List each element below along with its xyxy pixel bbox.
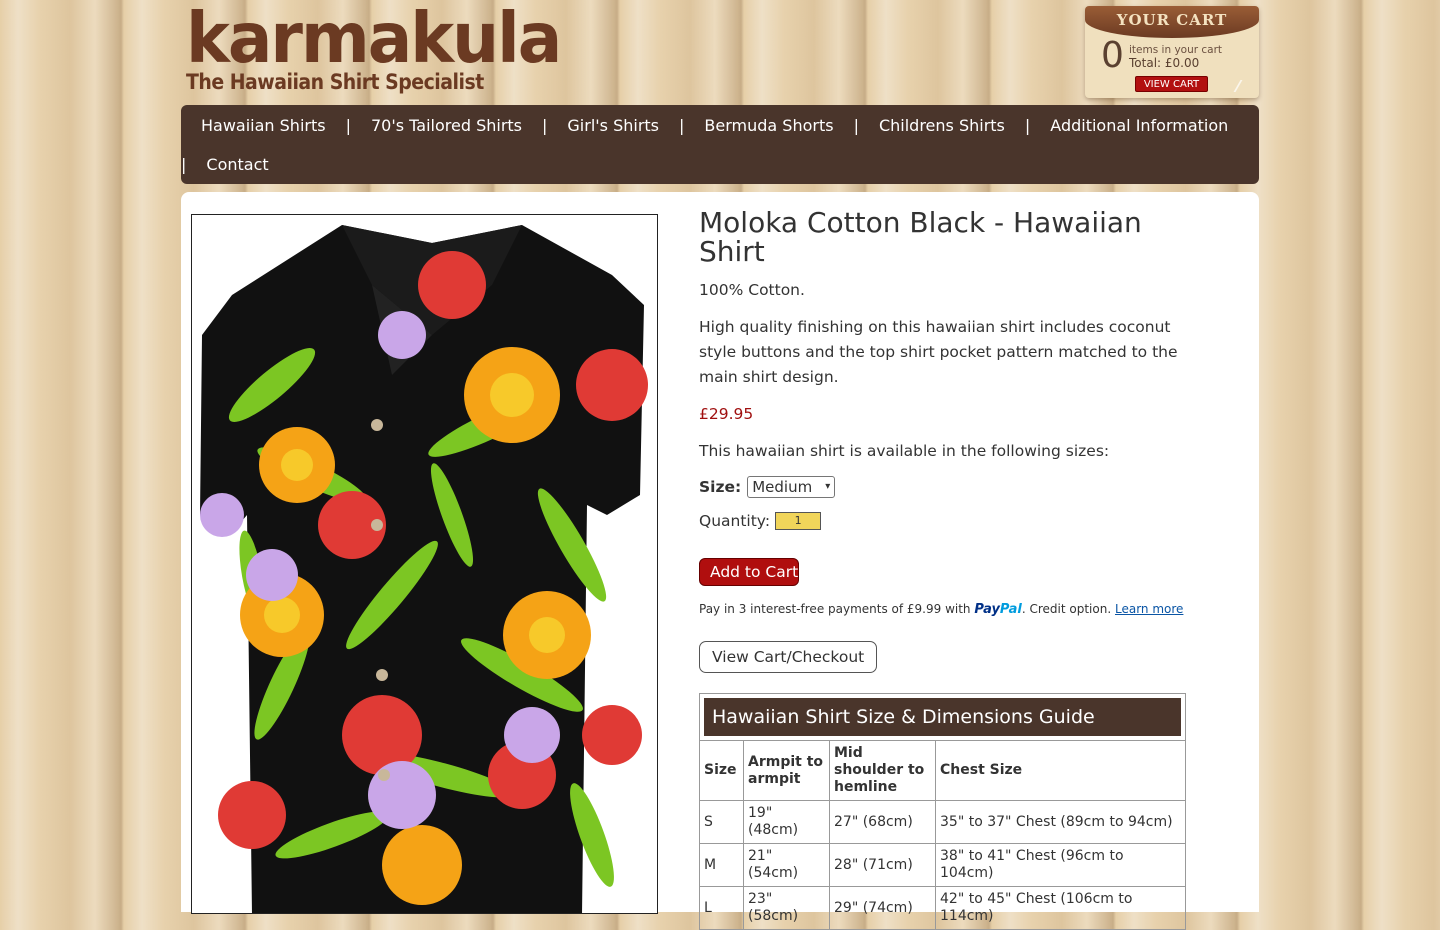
- quantity-input[interactable]: 1: [775, 512, 822, 530]
- table-cell: 38" to 41" Chest (96cm to 104cm): [935, 843, 1186, 887]
- table-header: Mid shoulder to hemline: [829, 740, 936, 801]
- table-cell: 28" (71cm): [829, 843, 936, 887]
- product-panel: Moloka Cotton Black - Hawaiian Shirt 100…: [181, 192, 1259, 930]
- nav-item-70s-tailored-shirts[interactable]: 70's Tailored Shirts: [351, 116, 542, 135]
- table-cell: S: [699, 800, 744, 844]
- product-info: Moloka Cotton Black - Hawaiian Shirt 100…: [699, 208, 1189, 930]
- product-description: High quality finishing on this hawaiian …: [699, 318, 1178, 386]
- product-material: 100% Cotton.: [699, 281, 805, 299]
- table-header: Armpit to armpit: [743, 740, 830, 801]
- paypal-logo-icon: PayPal: [974, 602, 1022, 617]
- product-title: Moloka Cotton Black - Hawaiian Shirt: [699, 206, 1142, 268]
- nav-item-bermuda-shorts[interactable]: Bermuda Shorts: [684, 116, 853, 135]
- size-select[interactable]: Medium ▾: [747, 476, 836, 498]
- nav-item-contact[interactable]: Contact: [186, 155, 288, 174]
- table-cell: 35" to 37" Chest (89cm to 94cm): [935, 800, 1186, 844]
- cart-widget: YOUR CART 0 items in your cart Total: £0…: [1085, 6, 1259, 98]
- quantity-row: Quantity: 1: [699, 512, 1189, 530]
- size-guide-table: Hawaiian Shirt Size & Dimensions Guide S…: [699, 693, 1186, 930]
- logo[interactable]: karmakula The Hawaiian Shirt Specialist: [186, 0, 562, 94]
- product-price: £29.95: [699, 405, 754, 423]
- table-row: L 23" (58cm) 29" (74cm) 42" to 45" Chest…: [699, 886, 1186, 930]
- table-cell: 23" (58cm): [743, 886, 830, 930]
- table-cell: 19" (48cm): [743, 800, 830, 844]
- paypal-after-text: . Credit option.: [1021, 602, 1112, 616]
- table-row: M 21" (54cm) 28" (71cm) 38" to 41" Chest…: [699, 843, 1186, 887]
- paypal-learn-more-link[interactable]: Learn more: [1115, 602, 1183, 616]
- table-cell: 21" (54cm): [743, 843, 830, 887]
- chevron-down-icon: ▾: [825, 481, 831, 492]
- page-curl-icon: [1233, 80, 1255, 92]
- paypal-credit-message: Pay in 3 interest-free payments of £9.99…: [699, 602, 1189, 617]
- size-guide-caption: Hawaiian Shirt Size & Dimensions Guide: [704, 698, 1181, 736]
- table-header: Size: [699, 740, 744, 801]
- nav-item-childrens-shirts[interactable]: Childrens Shirts: [859, 116, 1025, 135]
- size-row: Size: Medium ▾: [699, 476, 1189, 498]
- table-cell: M: [699, 843, 744, 887]
- table-cell: 29" (74cm): [829, 886, 936, 930]
- table-row: S 19" (48cm) 27" (68cm) 35" to 37" Chest…: [699, 800, 1186, 844]
- nav-item-hawaiian-shirts[interactable]: Hawaiian Shirts: [181, 116, 346, 135]
- table-cell: L: [699, 886, 744, 930]
- site-header: karmakula The Hawaiian Shirt Specialist …: [181, 0, 1259, 105]
- nav-item-additional-information[interactable]: Additional Information: [1030, 116, 1248, 135]
- add-to-cart-button[interactable]: Add to Cart: [699, 558, 799, 586]
- cart-banner: YOUR CART: [1085, 6, 1259, 38]
- table-header: Chest Size: [935, 740, 1186, 801]
- view-cart-checkout-button[interactable]: View Cart/Checkout: [699, 641, 878, 673]
- quantity-label: Quantity:: [699, 512, 771, 530]
- cart-total: Total: £0.00: [1129, 56, 1200, 70]
- paypal-text: Pay in 3 interest-free payments of £9.99…: [699, 602, 971, 616]
- cart-items-label: items in your cart: [1129, 44, 1223, 56]
- cart-count: 0: [1101, 35, 1124, 76]
- table-cell: 42" to 45" Chest (106cm to 114cm): [935, 886, 1186, 930]
- logo-wordmark: karmakula: [186, 0, 562, 79]
- product-image[interactable]: [191, 214, 658, 914]
- sizes-intro: This hawaiian shirt is available in the …: [699, 442, 1110, 460]
- view-cart-button[interactable]: VIEW CART: [1135, 76, 1208, 92]
- table-header-row: Size Armpit to armpit Mid shoulder to he…: [699, 740, 1186, 801]
- nav-item-girls-shirts[interactable]: Girl's Shirts: [547, 116, 679, 135]
- main-nav: Hawaiian Shirts | 70's Tailored Shirts |…: [181, 105, 1259, 184]
- size-label: Size:: [699, 478, 742, 496]
- size-selected-value: Medium: [752, 478, 813, 496]
- table-cell: 27" (68cm): [829, 800, 936, 844]
